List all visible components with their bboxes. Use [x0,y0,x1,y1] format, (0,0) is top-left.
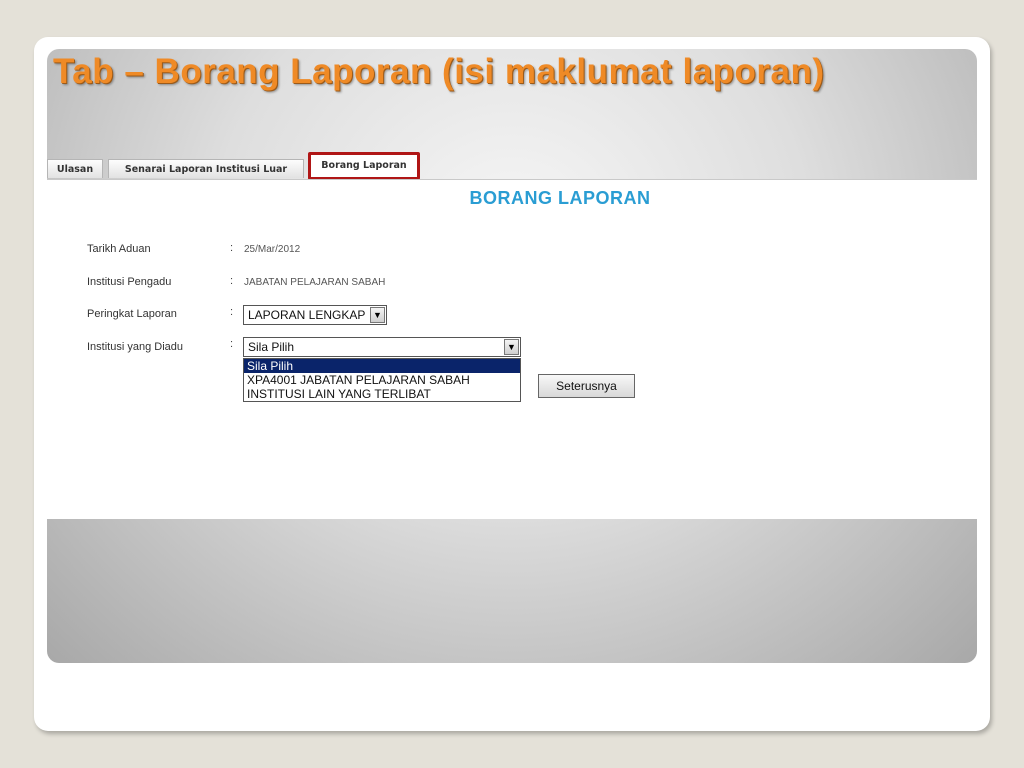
colon-separator: : [230,242,234,254]
tab-senarai-laporan-institusi-luar[interactable]: Senarai Laporan Institusi Luar [108,159,304,178]
colon-separator: : [230,338,234,350]
value-institusi-pengadu: JABATAN PELAJARAN SABAH [244,277,386,288]
dropdown-option-sila-pilih[interactable]: Sila Pilih [244,359,520,373]
label-peringkat-laporan: Peringkat Laporan [87,308,177,320]
institusi-yang-diadu-select[interactable]: Sila Pilih ▼ [243,337,521,357]
seterusnya-button[interactable]: Seterusnya [538,374,635,398]
tab-borang-laporan[interactable]: Borang Laporan [308,152,420,180]
form-heading: BORANG LAPORAN [469,188,651,208]
peringkat-laporan-selected-value: LAPORAN LENGKAP [248,308,366,322]
chevron-down-icon[interactable]: ▼ [370,307,385,323]
tab-ulasan[interactable]: Ulasan [47,159,103,178]
institusi-dropdown-list: Sila Pilih XPA4001 JABATAN PELAJARAN SAB… [243,358,521,402]
slide-title: Tab – Borang Laporan (isi maklumat lapor… [53,52,825,91]
dropdown-option-institusi-lain[interactable]: INSTITUSI LAIN YANG TERLIBAT [244,387,520,401]
chevron-down-icon[interactable]: ▼ [504,339,519,355]
label-tarikh-aduan: Tarikh Aduan [87,243,151,255]
colon-separator: : [230,306,234,318]
value-tarikh-aduan: 25/Mar/2012 [244,244,301,255]
colon-separator: : [230,275,234,287]
dropdown-option-xpa4001[interactable]: XPA4001 JABATAN PELAJARAN SABAH [244,373,520,387]
label-institusi-pengadu: Institusi Pengadu [87,276,172,288]
form-panel: BORANG LAPORAN Tarikh Aduan : 25/Mar/201… [47,179,977,519]
label-institusi-yang-diadu: Institusi yang Diadu [87,341,183,353]
institusi-yang-diadu-selected-value: Sila Pilih [248,340,295,354]
peringkat-laporan-select[interactable]: LAPORAN LENGKAP ▼ [243,305,387,325]
